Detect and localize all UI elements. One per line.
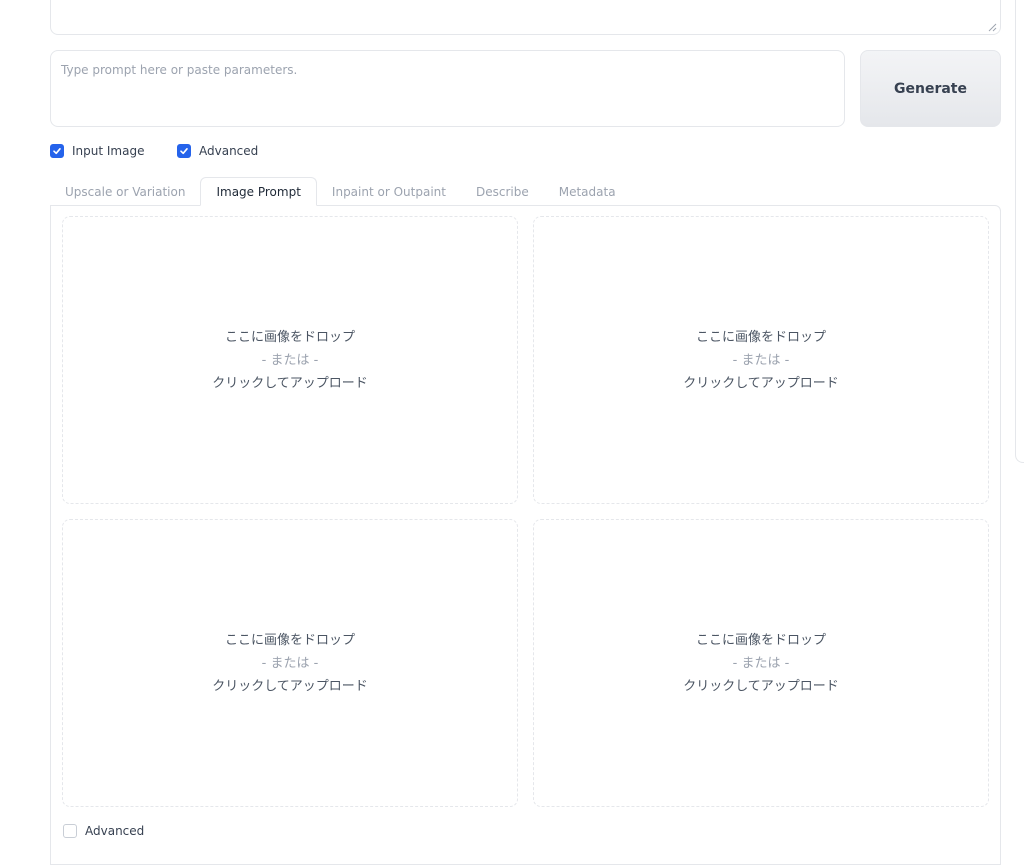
advanced-label: Advanced [199, 144, 259, 158]
side-panel-edge [1015, 0, 1024, 463]
negative-prompt-textarea[interactable] [50, 0, 1001, 35]
image-dropzone-4[interactable]: ここに画像をドロップ - または - クリックしてアップロード [533, 519, 989, 807]
tab-describe[interactable]: Describe [461, 177, 544, 206]
advanced-checkbox-row[interactable]: Advanced [177, 144, 258, 158]
advanced-checkbox[interactable] [177, 144, 191, 158]
dropzone-drop-text: ここに画像をドロップ [695, 632, 826, 648]
dropzone-upload-text: クリックしてアップロード [212, 375, 368, 391]
image-dropzone-2[interactable]: ここに画像をドロップ - または - クリックしてアップロード [533, 216, 989, 504]
image-prompt-advanced-checkbox[interactable] [63, 824, 77, 838]
dropzone-upload-text: クリックしてアップロード [683, 375, 839, 391]
dropzone-or-text: - または - [732, 352, 790, 368]
tab-bar: Upscale or Variation Image Prompt Inpain… [50, 177, 631, 206]
tab-metadata[interactable]: Metadata [544, 177, 631, 206]
input-image-checkbox[interactable] [50, 144, 64, 158]
image-prompt-advanced-checkbox-row[interactable]: Advanced [63, 824, 144, 838]
resize-handle-icon[interactable] [988, 23, 997, 32]
checkmark-icon [53, 147, 61, 155]
generate-button[interactable]: Generate [860, 50, 1001, 127]
dropzone-or-text: - または - [261, 352, 319, 368]
dropzone-drop-text: ここに画像をドロップ [224, 632, 355, 648]
image-dropzone-3[interactable]: ここに画像をドロップ - または - クリックしてアップロード [62, 519, 518, 807]
input-image-checkbox-row[interactable]: Input Image [50, 144, 144, 158]
prompt-input[interactable] [50, 50, 845, 127]
dropzone-or-text: - または - [732, 655, 790, 671]
dropzone-drop-text: ここに画像をドロップ [695, 329, 826, 345]
dropzone-drop-text: ここに画像をドロップ [224, 329, 355, 345]
input-image-label: Input Image [72, 144, 145, 158]
tab-image-prompt[interactable]: Image Prompt [200, 177, 317, 206]
checkmark-icon [180, 147, 188, 155]
image-dropzone-1[interactable]: ここに画像をドロップ - または - クリックしてアップロード [62, 216, 518, 504]
dropzone-upload-text: クリックしてアップロード [683, 678, 839, 694]
dropzone-upload-text: クリックしてアップロード [212, 678, 368, 694]
dropzone-or-text: - または - [261, 655, 319, 671]
tab-upscale-or-variation[interactable]: Upscale or Variation [50, 177, 200, 206]
image-prompt-advanced-label: Advanced [85, 824, 145, 838]
tab-inpaint-or-outpaint[interactable]: Inpaint or Outpaint [317, 177, 461, 206]
